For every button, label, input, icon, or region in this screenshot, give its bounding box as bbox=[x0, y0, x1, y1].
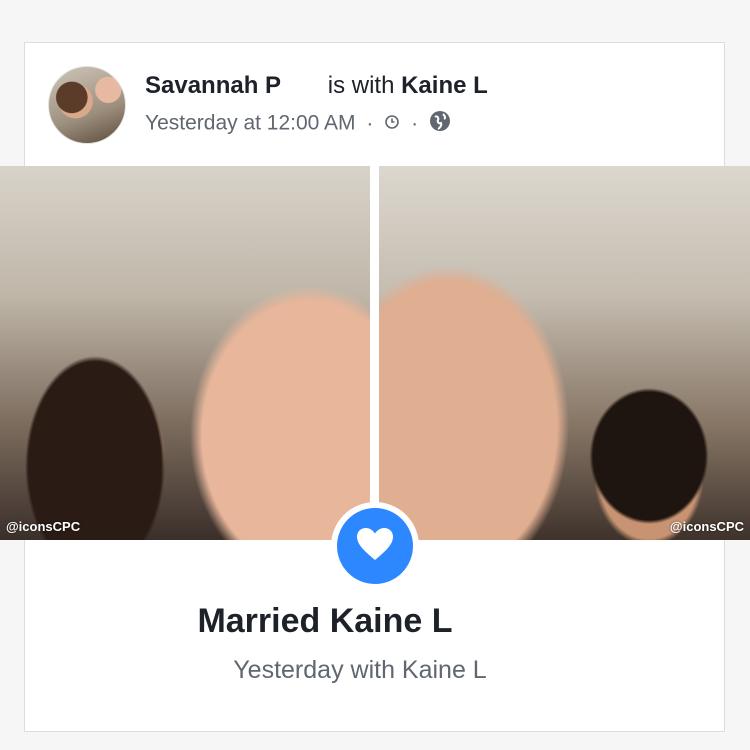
with-text: is with bbox=[327, 72, 395, 99]
post-author-line: Savannah P is with Kaine L bbox=[145, 72, 488, 100]
watermark-left: @iconsCPC bbox=[6, 519, 81, 534]
separator-dot: · bbox=[411, 111, 419, 135]
heart-icon bbox=[355, 526, 395, 567]
watermark-right: @iconsCPC bbox=[669, 519, 744, 534]
clock-icon bbox=[384, 112, 400, 136]
heart-circle bbox=[337, 508, 413, 584]
life-event-subtitle: Yesterday with Kaine L bbox=[233, 656, 487, 684]
post-photo-left[interactable]: @iconsCPC bbox=[0, 166, 370, 540]
author-name[interactable]: Savannah P bbox=[145, 72, 281, 99]
life-event-title[interactable]: Married Kaine L bbox=[0, 602, 750, 641]
separator-dot: · bbox=[366, 111, 374, 135]
globe-icon[interactable] bbox=[429, 110, 451, 138]
tagged-friend-name[interactable]: Kaine L bbox=[401, 72, 488, 99]
post-photo-right[interactable]: @iconsCPC bbox=[379, 166, 750, 540]
life-event-badge bbox=[331, 502, 419, 590]
post-timestamp[interactable]: Yesterday at 12:00 AM bbox=[145, 112, 356, 135]
author-avatar[interactable] bbox=[48, 66, 126, 144]
post-meta: Yesterday at 12:00 AM · · bbox=[145, 110, 451, 138]
post-header: Savannah P is with Kaine L Yesterday at … bbox=[48, 66, 688, 146]
